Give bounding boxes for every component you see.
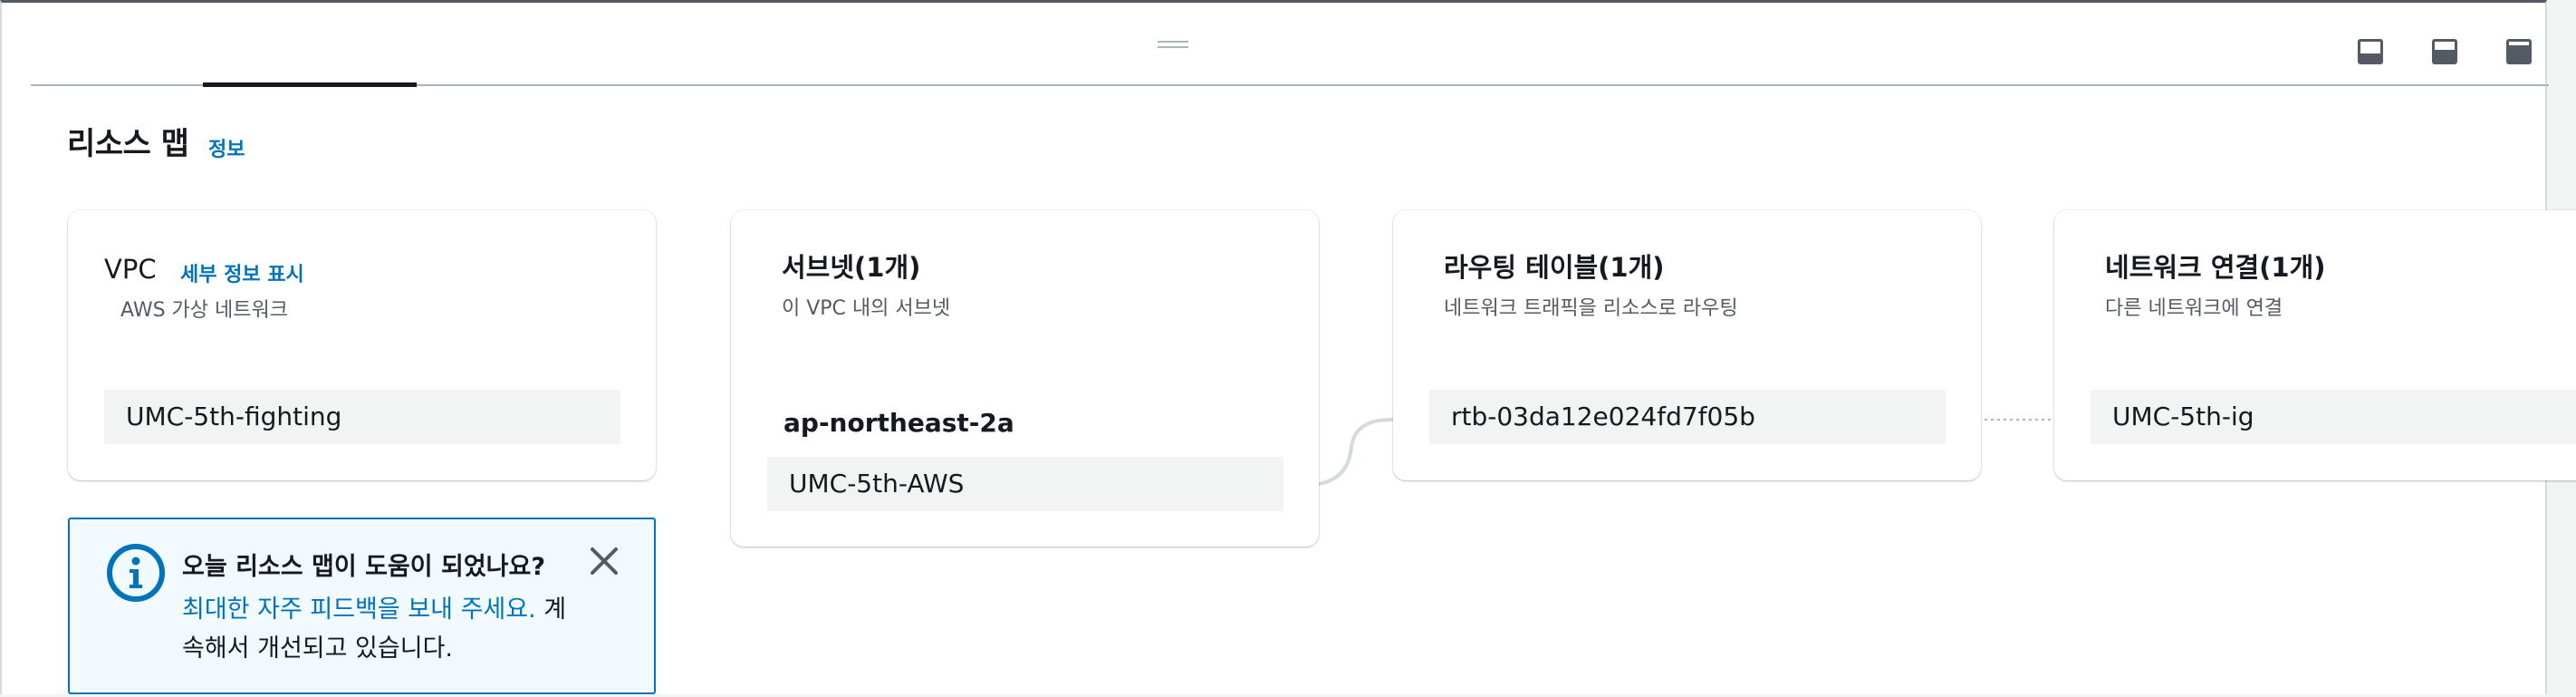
vpc-card-subtitle: AWS 가상 네트워크 bbox=[120, 299, 288, 322]
vpc-node[interactable]: UMC-5th-fighting bbox=[104, 390, 620, 444]
route-table-card: 라우팅 테이블(1개) 네트워크 트래픽을 리소스로 라우팅 rtb-03da1… bbox=[1393, 210, 1981, 480]
full-screen-icon bbox=[2506, 39, 2532, 64]
route-table-node[interactable]: rtb-03da12e024fd7f05b bbox=[1429, 390, 1946, 444]
availability-zone-label: ap-northeast-2a bbox=[783, 408, 1014, 438]
route-table-card-title: 라우팅 테이블(1개) bbox=[1444, 252, 1665, 283]
vpc-card-title: VPC bbox=[104, 254, 157, 285]
resource-map-panel: 리소스 맵 정보 VPC 세부 정보 표시 AWS 가상 네트워크 UMC-5t… bbox=[0, 0, 2576, 694]
active-tab-indicator[interactable] bbox=[203, 82, 417, 87]
full-screen-button[interactable] bbox=[2504, 36, 2534, 67]
alert-body: 최대한 자주 피드백을 보내 주세요. 계속해서 개선되고 있습니다. bbox=[182, 590, 581, 668]
close-icon[interactable] bbox=[588, 545, 620, 577]
info-circle-icon bbox=[107, 544, 165, 602]
vpc-card: VPC 세부 정보 표시 AWS 가상 네트워크 UMC-5th-fightin… bbox=[68, 210, 656, 480]
info-link[interactable]: 정보 bbox=[208, 133, 245, 162]
split-bottom-button[interactable] bbox=[2355, 36, 2386, 67]
split-side-icon bbox=[2432, 39, 2457, 64]
panel-tab-bar bbox=[31, 3, 2549, 87]
page-title: 리소스 맵 bbox=[67, 126, 189, 162]
show-details-link[interactable]: 세부 정보 표시 bbox=[180, 258, 304, 287]
network-connection-card-title: 네트워크 연결(1개) bbox=[2105, 252, 2326, 283]
subnet-card: 서브넷(1개) 이 VPC 내의 서브넷 ap-northeast-2a UMC… bbox=[731, 210, 1319, 547]
subnet-node[interactable]: UMC-5th-AWS bbox=[767, 457, 1283, 511]
feedback-alert: 오늘 리소스 맵이 도움이 되었나요? 최대한 자주 피드백을 보내 주세요. … bbox=[68, 518, 656, 694]
subnet-card-subtitle: 이 VPC 내의 서브넷 bbox=[782, 297, 951, 320]
alert-title: 오늘 리소스 맵이 도움이 되었나요? bbox=[182, 553, 546, 581]
drag-handle-icon[interactable] bbox=[1158, 39, 1188, 50]
feedback-link[interactable]: 최대한 자주 피드백을 보내 주세요. bbox=[182, 595, 536, 624]
split-side-button[interactable] bbox=[2429, 36, 2460, 67]
split-bottom-icon bbox=[2358, 39, 2383, 64]
network-connection-card: 네트워크 연결(1개) 다른 네트워크에 연결 UMC-5th-ig bbox=[2054, 210, 2576, 480]
route-table-card-subtitle: 네트워크 트래픽을 리소스로 라우팅 bbox=[1444, 297, 1738, 320]
subnet-card-title: 서브넷(1개) bbox=[782, 252, 921, 283]
network-connection-card-subtitle: 다른 네트워크에 연결 bbox=[2105, 297, 2283, 320]
network-connection-node[interactable]: UMC-5th-ig bbox=[2091, 390, 2576, 444]
